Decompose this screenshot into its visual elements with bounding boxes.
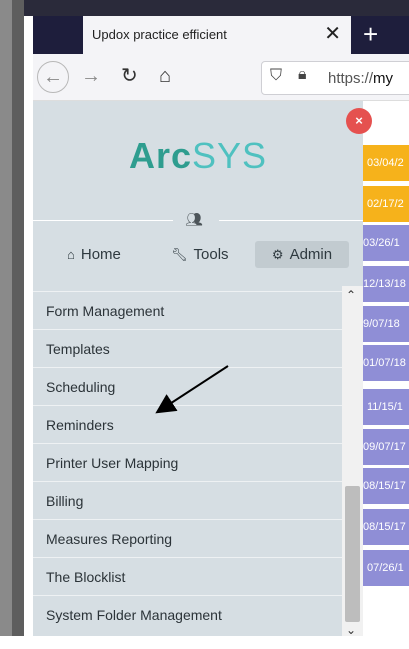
window-frame-bottom [0, 636, 409, 649]
annotation-arrow-icon [155, 365, 229, 414]
